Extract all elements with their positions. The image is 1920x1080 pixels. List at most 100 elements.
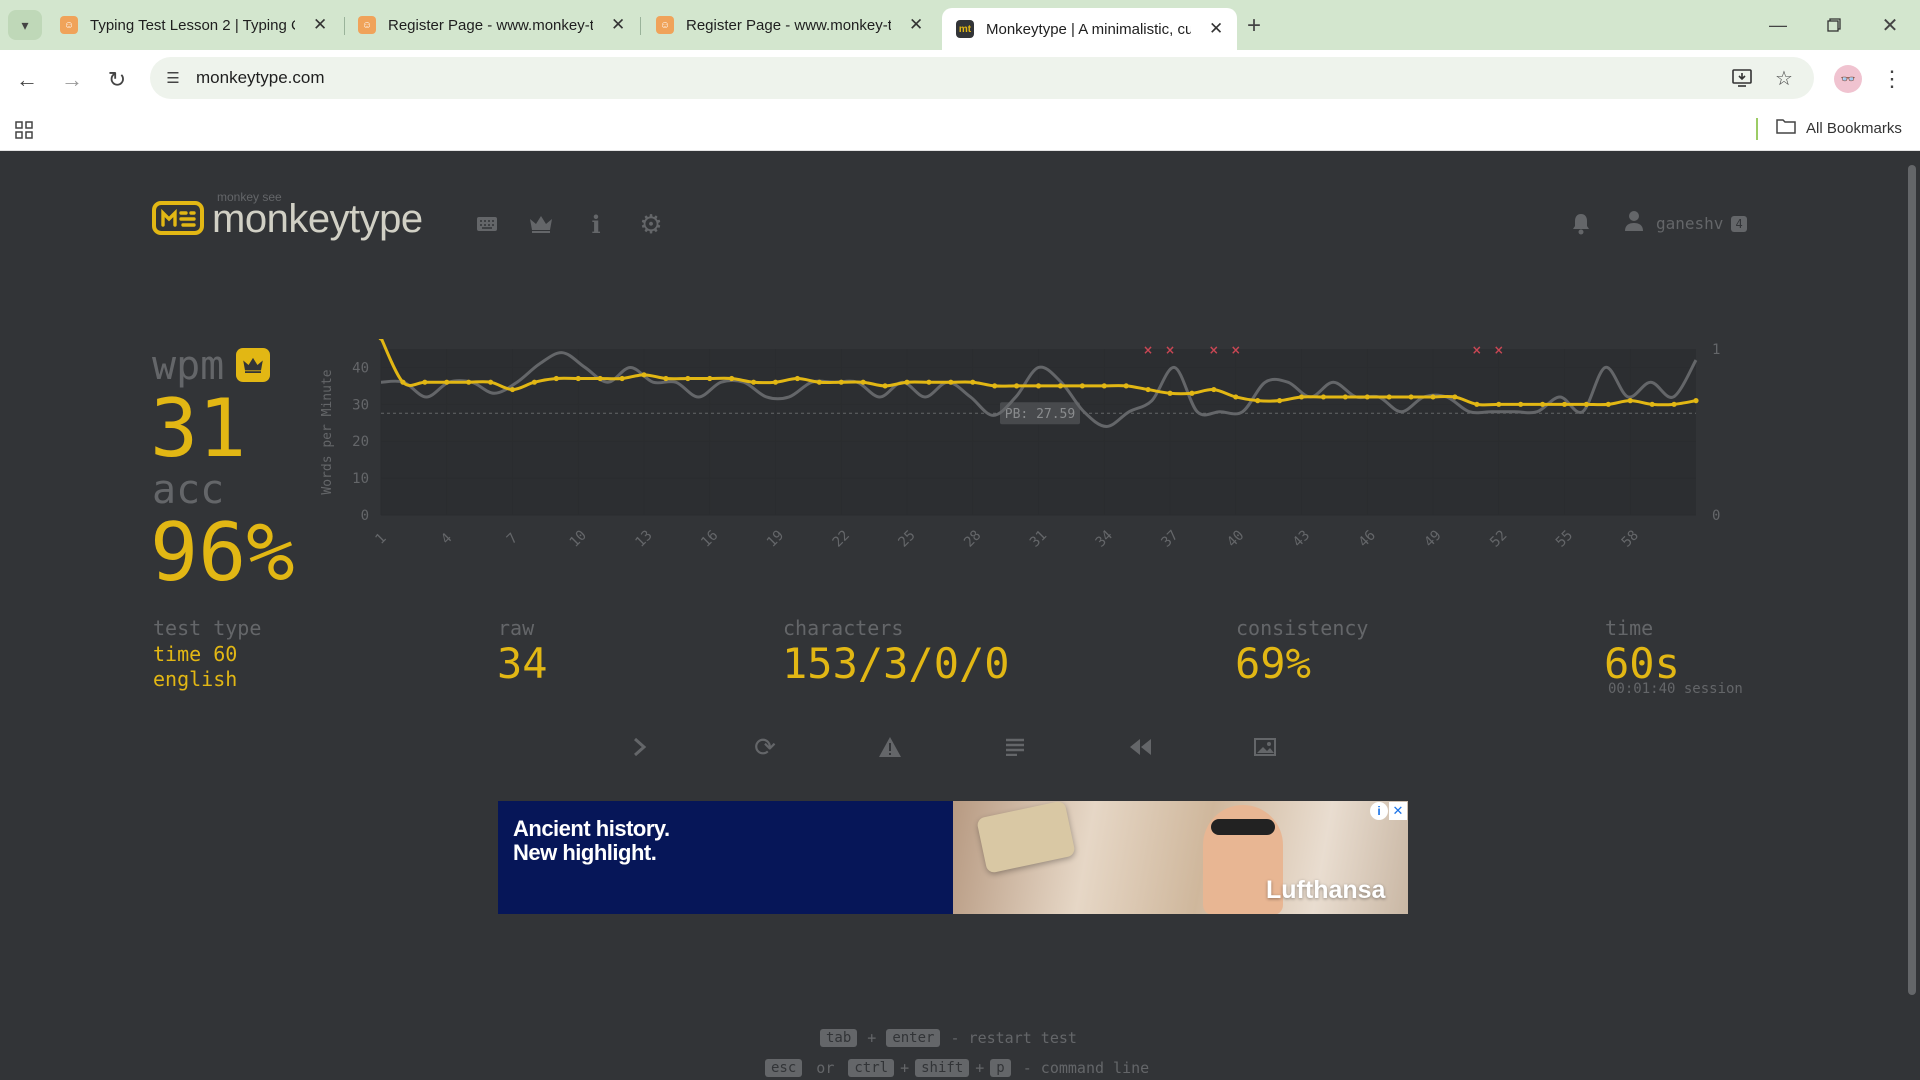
- x-tick-label: 46: [1356, 527, 1379, 550]
- practice-missed-icon[interactable]: [874, 731, 906, 763]
- all-bookmarks-button[interactable]: All Bookmarks: [1776, 118, 1902, 138]
- leaderboard-crown-icon[interactable]: [526, 210, 556, 238]
- address-bar[interactable]: ☰ monkeytype.com ☆: [150, 57, 1814, 99]
- scrollbar-thumb[interactable]: [1908, 165, 1916, 995]
- wpm-data-point: [487, 379, 494, 385]
- ad-photo: Lufthansa i ✕: [953, 801, 1408, 914]
- x-tick-label: 52: [1487, 527, 1510, 550]
- ad-close-icon[interactable]: ✕: [1389, 802, 1407, 820]
- wpm-data-point: [531, 379, 538, 385]
- wpm-data-point: [750, 379, 757, 385]
- x-tick-label: 19: [764, 527, 787, 550]
- save-screenshot-icon[interactable]: [1249, 731, 1281, 763]
- x-tick-label: 10: [567, 527, 590, 550]
- close-icon[interactable]: ✕: [909, 15, 923, 35]
- error-marker: ×: [1209, 343, 1219, 357]
- ad-brand: Lufthansa: [1266, 876, 1386, 904]
- wpm-data-point: [707, 375, 713, 382]
- wpm-data-point: [1605, 401, 1611, 407]
- url-text[interactable]: monkeytype.com: [196, 68, 325, 88]
- ad-phone-shape: [976, 801, 1076, 874]
- ad-info-icon[interactable]: i: [1370, 802, 1388, 820]
- forward-icon[interactable]: →: [57, 65, 87, 95]
- shift-key: shift: [915, 1059, 970, 1077]
- site-info-icon[interactable]: ☰: [162, 68, 184, 88]
- close-window-icon[interactable]: ✕: [1870, 10, 1910, 40]
- x-tick-label: 40: [1224, 527, 1247, 550]
- enter-key: enter: [886, 1029, 941, 1047]
- wpm-data-point: [1386, 394, 1392, 400]
- wpm-data-point: [1649, 401, 1655, 407]
- wpm-data-point: [1123, 383, 1129, 389]
- bookmark-star-icon[interactable]: ☆: [1772, 66, 1796, 90]
- back-icon[interactable]: ←: [12, 65, 42, 95]
- apps-grid-icon[interactable]: [12, 118, 36, 142]
- tab-search-chevron-icon[interactable]: ▾: [8, 10, 42, 40]
- p-key: p: [990, 1059, 1011, 1077]
- wpm-data-point: [1452, 394, 1458, 400]
- install-app-icon[interactable]: [1730, 66, 1754, 90]
- close-icon[interactable]: ✕: [313, 15, 327, 35]
- monkeytype-icon: mt: [956, 20, 974, 38]
- wpm-chart[interactable]: 010203040011 4 7 10 13 16 19 22 25 28 31 34 37 40 43 46…: [316, 339, 1736, 599]
- notifications-bell-icon[interactable]: [1568, 211, 1594, 237]
- toggle-word-history-icon[interactable]: [999, 731, 1031, 763]
- new-tab-icon[interactable]: +: [1240, 12, 1268, 40]
- repeat-test-icon[interactable]: ⟳: [749, 731, 781, 763]
- x-tick-label: 49: [1421, 527, 1444, 550]
- tab-monkeytype[interactable]: mt Monkeytype | A minimalistic, cu ✕: [942, 8, 1238, 50]
- tab-register-page-2[interactable]: ☺ Register Page - www.monkey-ty ✕: [656, 8, 923, 42]
- tab-register-page-1[interactable]: ☺ Register Page - www.monkey-ty ✕: [358, 8, 625, 42]
- restore-icon[interactable]: [1814, 10, 1854, 40]
- command-line-hint: esc or ctrl + shift + p - command line: [765, 1059, 1149, 1077]
- x-tick-label: 13: [632, 527, 655, 550]
- y-axis-label: Words per Minute: [320, 369, 335, 494]
- profile-avatar-icon[interactable]: 👓: [1834, 65, 1862, 93]
- error-marker: ×: [1165, 343, 1175, 357]
- wpm-data-point: [1013, 383, 1020, 389]
- wpm-data-point: [1539, 401, 1546, 407]
- wpm-data-point: [1298, 394, 1305, 400]
- error-marker: ×: [1494, 343, 1504, 357]
- x-tick-label: 25: [895, 527, 918, 550]
- y2-tick-label: 1: [1712, 342, 1720, 358]
- test-type-label: test type: [153, 616, 262, 640]
- characters-value: 153/3/0/0: [782, 639, 1010, 688]
- close-icon[interactable]: ✕: [611, 15, 625, 35]
- next-test-icon[interactable]: [624, 731, 656, 763]
- account-button[interactable]: ganeshv 4: [1624, 210, 1747, 237]
- wpm-data-point: [1408, 394, 1414, 400]
- x-tick-label: 58: [1619, 527, 1642, 550]
- logo[interactable]: monkey see monkeytype: [152, 190, 452, 241]
- minimize-icon[interactable]: —: [1758, 10, 1798, 40]
- wpm-data-point: [1320, 394, 1327, 400]
- x-tick-label: 34: [1093, 527, 1116, 550]
- wpm-data-point: [444, 379, 450, 385]
- wpm-data-point: [1233, 394, 1239, 400]
- tab-title: Register Page - www.monkey-ty: [686, 16, 891, 34]
- wpm-data-point: [729, 375, 735, 382]
- keyboard-logo-icon: [152, 201, 204, 235]
- close-icon[interactable]: ✕: [1209, 19, 1223, 39]
- browser-menu-icon[interactable]: ⋮: [1880, 65, 1904, 93]
- wpm-data-point: [1496, 401, 1502, 407]
- about-info-icon[interactable]: i: [582, 210, 610, 239]
- keyboard-icon[interactable]: [472, 210, 502, 238]
- y-tick-label: 10: [352, 471, 369, 487]
- ad-banner[interactable]: Ancient history. New highlight. Lufthans…: [498, 801, 1408, 914]
- wpm-data-point: [1276, 398, 1283, 404]
- wpm-data-point: [1189, 390, 1195, 396]
- page-scrollbar[interactable]: [1904, 151, 1920, 1080]
- tab-separator: [344, 17, 345, 35]
- watch-replay-icon[interactable]: [1124, 731, 1156, 763]
- settings-gear-icon[interactable]: ⚙: [636, 209, 666, 239]
- raw-value: 34: [497, 639, 548, 688]
- all-bookmarks-label: All Bookmarks: [1806, 119, 1902, 137]
- reload-icon[interactable]: ↻: [102, 65, 132, 95]
- wpm-data-point: [1671, 401, 1677, 407]
- tab-typing-club[interactable]: ☺ Typing Test Lesson 2 | Typing Cl ✕: [60, 8, 327, 42]
- wpm-data-point: [1079, 383, 1085, 389]
- y-tick-label: 40: [352, 360, 369, 376]
- acc-value: 96%: [150, 506, 295, 599]
- wpm-data-point: [1627, 398, 1633, 404]
